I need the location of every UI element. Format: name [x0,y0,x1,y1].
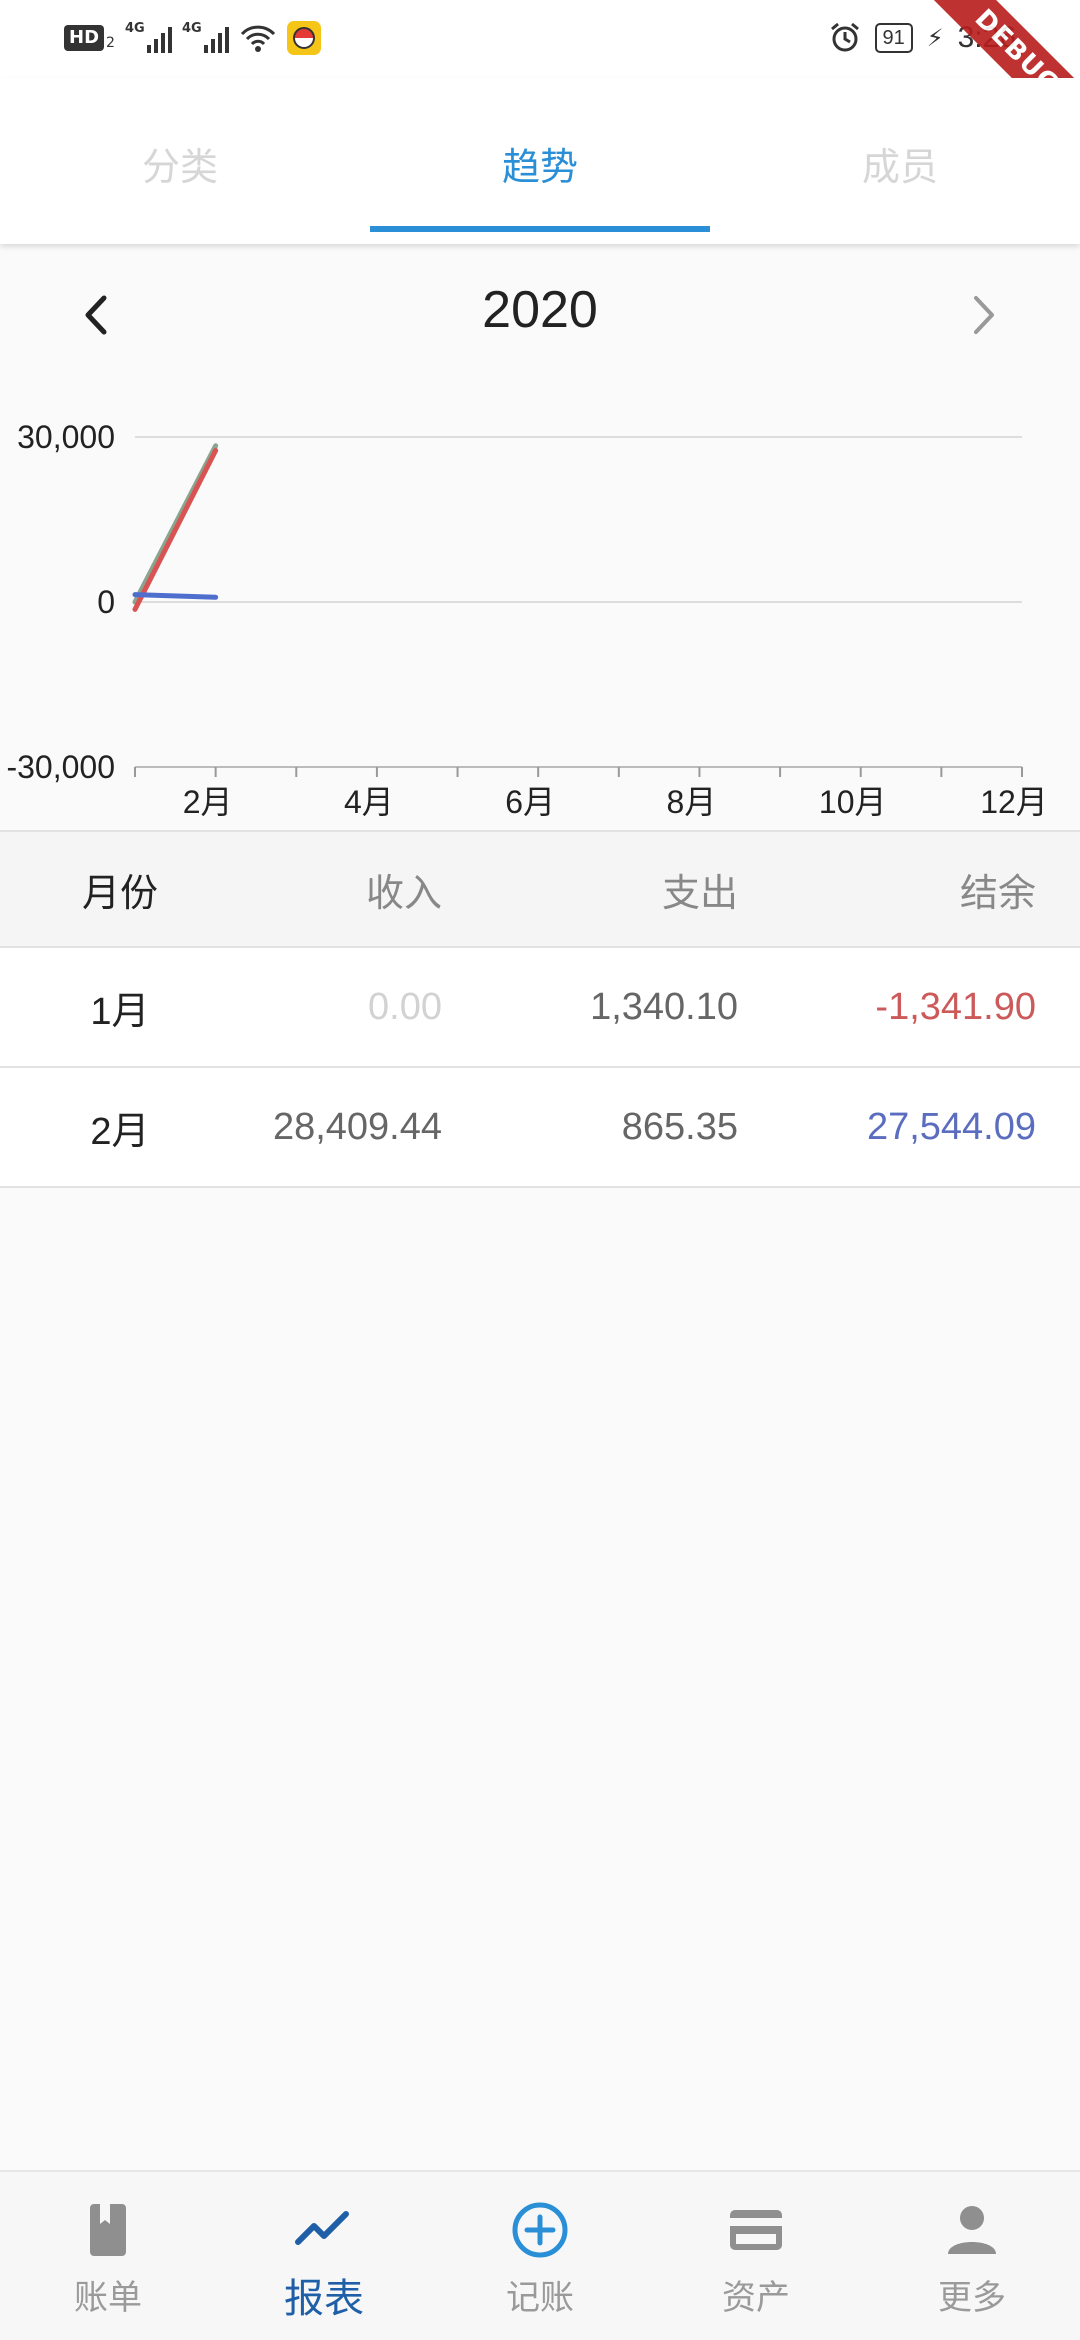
table-row[interactable]: 1月 0.00 1,340.10 -1,341.90 [0,948,1080,1068]
signal-icon-2: 4G [181,21,229,53]
x-tick-label: 2月 [183,784,233,820]
x-tick-label: 10月 [819,784,887,820]
chart-axis: 30,000 0 -30,000 2月 4月 6月 8月 10月 12月 [6,419,1047,820]
header-balance: 结余 [959,872,1036,915]
network-type-2: 4G [181,21,202,36]
table-row[interactable]: 2月 28,409.44 865.35 27,544.09 [0,1068,1080,1188]
hd-sub: 2 [106,35,115,51]
network-type: 4G [124,21,145,36]
nav-label: 账单 [74,2278,142,2318]
table-header: 月份 收入 支出 结余 [0,830,1080,948]
header-income: 收入 [365,872,442,915]
nav-add-entry[interactable]: 记账 [432,2172,648,2340]
row-month: 1月 [90,990,150,1033]
chart-grid [135,436,1022,603]
status-bar: HD 2 4G 4G 91 ⚡ 3:26 [0,0,1080,78]
year-label: 2020 [482,281,598,339]
nav-reports[interactable]: 报表 [216,2172,432,2340]
charging-icon: ⚡ [926,24,944,52]
bottom-nav: 账单 报表 记账 资产 更多 [0,2170,1080,2340]
y-tick-label: -30,000 [6,749,115,785]
header-expense: 支出 [661,872,738,915]
report-tabs: 分类 趋势 成员 [0,78,1080,244]
row-expense: 1,340.10 [590,985,738,1028]
hd-badge: HD [64,25,105,51]
y-tick-label: 0 [97,584,115,620]
tab-trend[interactable]: 趋势 [360,78,720,244]
y-tick-label: 30,000 [17,419,115,455]
nav-label: 报表 [284,2276,364,2322]
chart-series [132,443,219,612]
row-month: 2月 [90,1110,150,1153]
nav-bills[interactable]: 账单 [0,2172,216,2340]
row-income: 28,409.44 [272,1105,442,1148]
row-expense: 865.35 [621,1105,738,1148]
nav-more[interactable]: 更多 [864,2172,1080,2340]
x-tick-label: 12月 [980,784,1048,820]
row-balance: -1,341.90 [875,985,1036,1028]
tab-members[interactable]: 成员 [720,78,1080,244]
nav-assets[interactable]: 资产 [648,2172,864,2340]
person-icon [948,2206,996,2254]
nav-label: 资产 [722,2278,790,2318]
x-tick-label: 6月 [505,784,555,820]
trend-chart: 30,000 0 -30,000 2月 4月 6月 8月 10月 12月 [6,419,1047,820]
year-selector: 2020 [0,270,1080,360]
series-line [132,448,219,612]
tab-category[interactable]: 分类 [0,78,360,244]
nav-label: 更多 [938,2278,1006,2318]
status-left: HD 2 4G 4G [64,18,321,58]
x-tick-label: 4月 [344,784,394,820]
header-month: 月份 [81,872,158,915]
chevron-right-icon[interactable] [964,290,1004,340]
card-icon [730,2210,782,2250]
trend-icon [295,2211,349,2245]
row-income: 0.00 [368,985,442,1028]
battery-indicator: 91 [874,23,913,53]
add-circle-icon [512,2202,568,2258]
alarm-icon [830,22,859,52]
series-line [132,592,219,600]
row-balance: 27,544.09 [866,1105,1036,1148]
book-icon [90,2204,126,2256]
wifi-icon [240,25,276,52]
nav-label: 记账 [506,2278,574,2318]
x-tick-label: 8月 [667,784,717,820]
signal-icon: 4G [124,21,172,53]
pokeball-app-icon [286,21,321,55]
